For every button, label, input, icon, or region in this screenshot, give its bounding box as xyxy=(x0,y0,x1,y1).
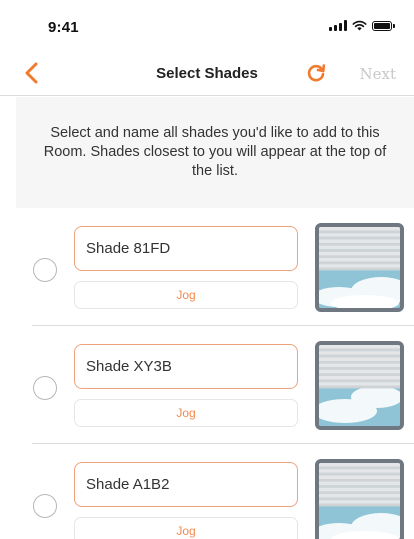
shade-image xyxy=(315,459,404,539)
jog-button[interactable]: Jog xyxy=(74,399,298,427)
shade-image xyxy=(315,341,404,430)
shade-name-input[interactable] xyxy=(74,344,298,389)
instructions-text: Select and name all shades you'd like to… xyxy=(43,125,387,179)
shade-select-radio[interactable] xyxy=(33,258,57,282)
refresh-button[interactable] xyxy=(305,62,327,84)
jog-button[interactable]: Jog xyxy=(74,281,298,309)
status-icons xyxy=(329,20,395,31)
shade-select-radio[interactable] xyxy=(33,494,57,518)
navigation-bar: Select Shades Next xyxy=(0,50,414,96)
instructions-panel: Select and name all shades you'd like to… xyxy=(16,97,414,208)
jog-button[interactable]: Jog xyxy=(74,517,298,539)
shade-name-input[interactable] xyxy=(74,462,298,507)
shade-row: Jog xyxy=(0,326,414,444)
shade-name-input[interactable] xyxy=(74,226,298,271)
status-bar: 9:41 xyxy=(0,0,414,50)
cellular-signal-icon xyxy=(329,20,347,31)
battery-icon xyxy=(372,20,395,31)
page-title: Select Shades xyxy=(156,65,258,82)
shade-row: Jog xyxy=(0,444,414,539)
shade-list: Jog Jog Jog xyxy=(0,208,414,539)
shade-row: Jog xyxy=(0,208,414,326)
shade-image xyxy=(315,223,404,312)
status-time: 9:41 xyxy=(48,19,79,36)
shade-select-radio[interactable] xyxy=(33,376,57,400)
refresh-icon xyxy=(307,64,326,82)
next-button[interactable]: Next xyxy=(360,65,397,83)
wifi-icon xyxy=(352,20,367,31)
